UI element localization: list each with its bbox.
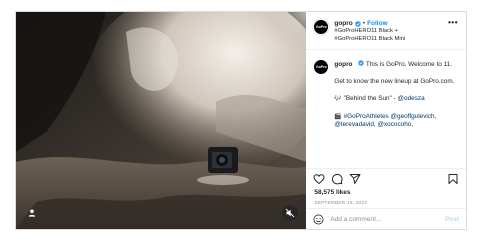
likes-count[interactable]: 58,575 likes <box>306 188 466 198</box>
caption-avatar[interactable]: GoPro <box>314 60 329 74</box>
username-link[interactable]: gopro <box>334 20 352 28</box>
music-text: "Behind the Sun" - <box>343 95 398 103</box>
verified-badge-icon <box>355 21 361 27</box>
follow-button[interactable]: Follow <box>367 20 388 28</box>
caption-athletes: 🎬 #GoProAthletes @geoffgulevich, @tereva… <box>334 113 458 130</box>
caption-username-link[interactable]: gopro <box>334 61 352 68</box>
comment-bar: Post <box>306 208 466 229</box>
post-header: GoPro gopro • Follow #GoProHERO11 Black … <box>306 12 466 50</box>
verified-badge-icon <box>358 60 365 66</box>
user-tag-button[interactable] <box>24 205 40 221</box>
post-video[interactable] <box>16 12 307 229</box>
caption-intro-text: This is GoPro. Welcome to 11. <box>365 61 452 68</box>
mention-terevadavid[interactable]: @terevadavid <box>334 121 374 128</box>
caption-lineup: Get to know the new lineup at GoPro.com. <box>334 78 455 86</box>
instagram-post: GoPro gopro • Follow #GoProHERO11 Black … <box>15 11 467 230</box>
mention-separator: , <box>411 121 414 129</box>
caption-intro: gopro This is GoPro. Welcome to 11. <box>334 60 458 70</box>
heart-icon[interactable] <box>313 173 325 185</box>
music-note-icon: 🎶 <box>334 95 342 103</box>
mention-xococoho[interactable]: @xococoho <box>377 121 411 128</box>
clapper-board-icon: 🎬 <box>334 112 342 120</box>
audio-line-2[interactable]: #GoProHERO11 Black Mini <box>334 36 444 44</box>
camera-shape <box>208 147 238 173</box>
mention-separator: , <box>434 112 437 120</box>
post-sidebar: GoPro gopro • Follow #GoProHERO11 Black … <box>306 12 466 229</box>
bookmark-icon[interactable] <box>447 173 459 185</box>
caption-music: 🎶 "Behind the Sun" - @odesza <box>334 95 458 104</box>
comment-input[interactable] <box>330 215 445 223</box>
hashtag-goproathletes[interactable]: #GoProAthletes <box>344 113 391 120</box>
header-row: gopro • Follow <box>334 20 444 28</box>
user-icon <box>28 209 36 217</box>
mention-odesza[interactable]: @odesza <box>398 95 425 102</box>
comment-icon[interactable] <box>331 173 343 185</box>
separator-dot: • <box>362 20 366 27</box>
post-date[interactable]: SEPTEMBER 15, 2022 <box>306 198 466 208</box>
header-text: gopro • Follow #GoProHERO11 Black + #GoP… <box>334 20 444 43</box>
caption-area: GoPro gopro This is GoPro. Welcome to 11… <box>306 50 466 168</box>
more-options-button[interactable]: ••• <box>448 19 458 27</box>
audio-line-1[interactable]: #GoProHERO11 Black + <box>334 28 444 36</box>
mention-geoffgulevich[interactable]: @geoffgulevich <box>391 113 435 120</box>
share-icon[interactable] <box>349 173 361 185</box>
post-comment-button[interactable]: Post <box>445 216 459 223</box>
mute-icon <box>286 208 295 218</box>
action-bar <box>306 168 466 188</box>
smile-icon[interactable] <box>313 214 324 225</box>
caption-text: gopro This is GoPro. Welcome to 11. Get … <box>334 60 458 168</box>
avatar[interactable]: GoPro <box>314 20 329 34</box>
video-frame <box>16 12 307 229</box>
